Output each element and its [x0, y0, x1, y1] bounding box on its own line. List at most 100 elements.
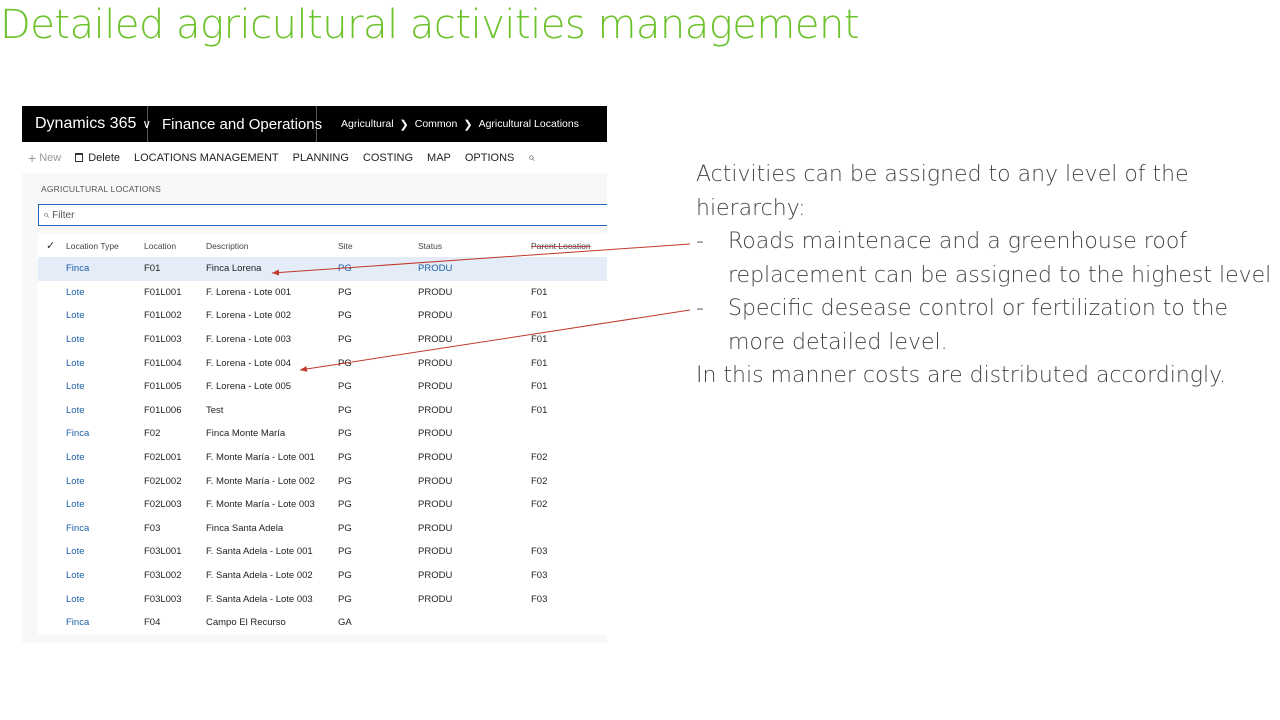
cell-description: Finca Lorena	[206, 263, 262, 275]
column-header-description[interactable]: Description	[206, 241, 338, 251]
cell-location-type[interactable]: Lote	[66, 594, 144, 605]
action-search-button[interactable]: ⌕	[528, 150, 535, 165]
cell-location-type[interactable]: Lote	[66, 476, 144, 487]
table-row[interactable]: Lote F01L001 F. Lorena - Lote 001 PG PRODU F0…	[38, 280, 607, 305]
column-header-parent-location[interactable]: Parent Location	[531, 241, 607, 251]
cell-location-type[interactable]: Lote	[66, 570, 144, 581]
bullet-dash: -	[696, 229, 704, 254]
plus-icon: +	[28, 149, 37, 166]
cell-status: PRODU	[418, 570, 453, 582]
cell-status: PRODU	[418, 381, 453, 393]
cell-location-type[interactable]: Finca	[66, 523, 144, 534]
breadcrumb-item-common[interactable]: Common	[415, 118, 458, 130]
cell-location-type[interactable]: Lote	[66, 381, 144, 392]
cell-location-type[interactable]: Lote	[66, 310, 144, 321]
tab-costing[interactable]: COSTING	[363, 152, 413, 164]
table-row[interactable]: Lote F01L002 F. Lorena - Lote 002 PG PRODU F0…	[38, 304, 607, 328]
filter-input[interactable]: ⌕ Filter	[38, 204, 607, 226]
cell-status: PRODU	[418, 334, 453, 346]
cell-location-type[interactable]: Finca	[66, 263, 144, 274]
cell-parent-location: F01	[531, 404, 548, 416]
column-header-status[interactable]: Status	[418, 241, 531, 251]
search-icon: ⌕	[43, 208, 50, 221]
cell-status: PRODU	[418, 357, 453, 369]
d365-window: Dynamics 365 ∨ Finance and Operations Ag…	[22, 106, 607, 643]
table-row[interactable]: Lote F02L001 F. Monte María - Lote 001 PG PR…	[38, 445, 607, 470]
cell-description: Test	[206, 404, 224, 416]
table-row[interactable]: Lote F03L003 F. Santa Adela - Lote 003 PG PR…	[38, 587, 607, 611]
tab-options[interactable]: OPTIONS	[465, 152, 515, 164]
cell-status: PRODU	[418, 404, 453, 416]
table-row[interactable]: Lote F03L002 F. Santa Adela - Lote 002 PG PR…	[38, 563, 607, 588]
tab-locations-management[interactable]: LOCATIONS MANAGEMENT	[134, 152, 279, 164]
cell-description: F. Santa Adela - Lote 003	[206, 593, 313, 605]
cell-status: PRODU	[418, 593, 453, 605]
table-row[interactable]: Lote F01L006 Test PG PRODU F01	[38, 398, 607, 423]
table-row[interactable]: Finca F04 Campo El Recurso GA	[38, 610, 607, 635]
breadcrumb-item-agricultural-locations[interactable]: Agricultural Locations	[479, 118, 579, 130]
breadcrumb: Agricultural ❯ Common ❯ Agricultural Loc…	[317, 118, 579, 131]
new-button[interactable]: + New	[28, 150, 61, 166]
cell-location-type[interactable]: Lote	[66, 499, 144, 510]
brand-menu[interactable]: Dynamics 365 ∨	[22, 106, 151, 142]
cell-location: F01L002	[144, 310, 182, 322]
cell-description: Campo El Recurso	[206, 617, 286, 629]
delete-label: Delete	[88, 151, 120, 164]
column-header-site[interactable]: Site	[338, 241, 418, 251]
tab-planning[interactable]: PLANNING	[293, 152, 349, 164]
cell-description: F. Santa Adela - Lote 002	[206, 570, 313, 582]
module-name[interactable]: Finance and Operations	[148, 106, 322, 142]
top-navbar: Dynamics 365 ∨ Finance and Operations Ag…	[22, 106, 607, 142]
cell-site: PG	[338, 522, 352, 534]
search-icon: ⌕	[528, 150, 536, 164]
table-row[interactable]: Lote F01L003 F. Lorena - Lote 003 PG PRODU F0…	[38, 327, 607, 352]
cell-location-type[interactable]: Lote	[66, 546, 144, 557]
cell-location-type[interactable]: Lote	[66, 287, 144, 298]
table-row[interactable]: Lote F03L001 F. Santa Adela - Lote 001 PG PR…	[38, 540, 607, 564]
cell-site: PG	[338, 475, 352, 487]
cell-parent-location: F03	[531, 546, 548, 558]
slide-title: Detailed agricultural activities managem…	[0, 2, 860, 48]
cell-location: F03L002	[144, 570, 182, 582]
table-row[interactable]: Finca F02 Finca Monte María PG PRODU	[38, 422, 607, 446]
cell-description: F. Lorena - Lote 001	[206, 286, 292, 298]
cell-status: PRODU	[418, 286, 453, 298]
cell-site: PG	[338, 452, 352, 464]
cell-location: F04	[144, 617, 161, 629]
cell-parent-location: F03	[531, 570, 548, 582]
cell-location-type[interactable]: Lote	[66, 452, 144, 463]
table-row[interactable]: Lote F02L002 F. Monte María - Lote 002 PG PR…	[38, 469, 607, 493]
delete-button[interactable]: Delete	[75, 152, 120, 164]
table-row[interactable]: Finca F03 Finca Santa Adela PG PRODU	[38, 516, 607, 541]
cell-location-type[interactable]: Finca	[66, 617, 144, 628]
select-all-checkbox[interactable]: ✓	[38, 239, 66, 252]
cell-location: F02L003	[144, 499, 182, 511]
annotation-text: Activities can be assigned to any level …	[696, 158, 1271, 393]
table-row[interactable]: Lote F01L005 F. Lorena - Lote 005 PG PRODU F0…	[38, 374, 607, 399]
cell-description: F. Lorena - Lote 003	[206, 334, 292, 346]
cell-location-type[interactable]: Lote	[66, 405, 144, 416]
cell-description: F. Santa Adela - Lote 001	[206, 546, 313, 558]
cell-site: PG	[338, 334, 352, 346]
cell-description: Finca Santa Adela	[206, 522, 284, 534]
cell-location: F03L001	[144, 546, 182, 558]
cell-location-type[interactable]: Lote	[66, 358, 144, 369]
table-row[interactable]: Finca F01 Finca Lorena PG PRODU	[38, 257, 607, 281]
column-header-location-type[interactable]: Location Type	[66, 241, 144, 251]
column-header-location[interactable]: Location	[144, 241, 206, 251]
cell-location: F01L004	[144, 357, 182, 369]
table-row[interactable]: Lote F01L004 F. Lorena - Lote 004 PG PRODU F0…	[38, 351, 607, 375]
cell-location-type[interactable]: Lote	[66, 334, 144, 345]
new-label: New	[39, 151, 62, 164]
tab-map[interactable]: MAP	[427, 152, 451, 164]
cell-location: F02	[144, 428, 161, 440]
cell-site: PG	[338, 286, 352, 298]
annotation-intro-line: hierarchy:	[696, 195, 806, 221]
cell-location-type[interactable]: Finca	[66, 428, 144, 439]
table-row[interactable]: Lote F02L003 F. Monte María - Lote 003 PG PR…	[38, 492, 607, 517]
cell-location: F01	[144, 263, 161, 275]
breadcrumb-item-agricultural[interactable]: Agricultural	[341, 118, 394, 130]
trash-icon	[75, 153, 84, 162]
cell-site: PG	[338, 570, 352, 582]
bullet-line: Specific desease control or fertilizatio…	[728, 296, 1228, 321]
